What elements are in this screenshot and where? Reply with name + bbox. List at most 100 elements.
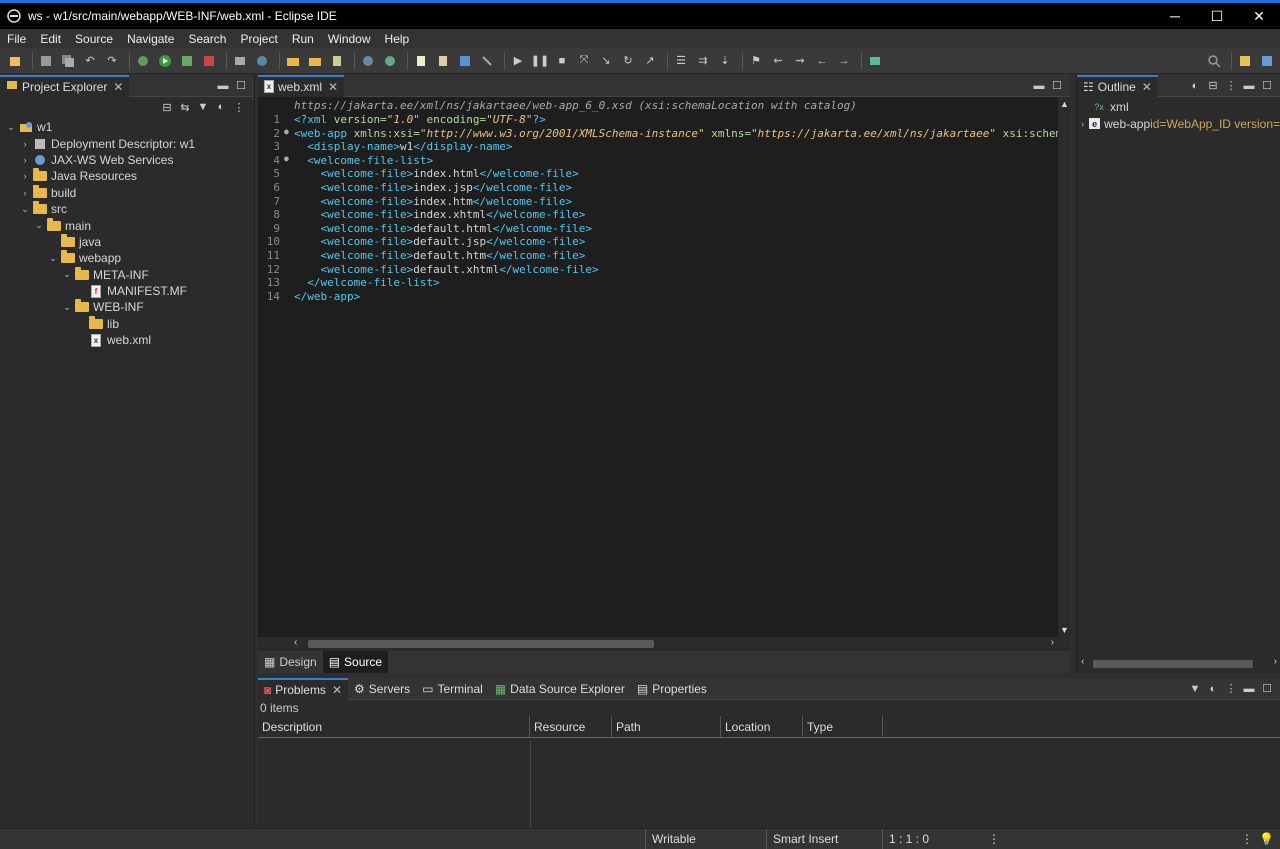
back-icon[interactable]: ← [813,52,831,70]
tree-item[interactable]: › Deployment Descriptor: w1 [0,135,254,151]
expand-icon[interactable]: ⌄ [4,122,18,133]
tree-item[interactable]: › Java Resources [0,168,254,184]
perspective-icon[interactable] [1236,52,1254,70]
collapse-all-icon[interactable]: ⊟ [158,98,176,116]
open-console-icon[interactable] [866,52,884,70]
code-line[interactable]: 6 <welcome-file>index.jsp</welcome-file> [258,181,572,195]
run-server-icon[interactable] [178,52,196,70]
refresh-icon[interactable] [381,52,399,70]
tab-terminal[interactable]: ▭ Terminal [416,678,489,700]
maximize-button[interactable]: ☐ [1196,3,1238,29]
tab-design[interactable]: ▦ Design [258,651,323,673]
minimize-icon[interactable]: ▬ [1240,77,1258,95]
terminate-icon[interactable]: ■ [553,52,571,70]
minimize-button[interactable]: ─ [1154,3,1196,29]
maximize-icon[interactable]: ☐ [1258,680,1276,698]
tab-source[interactable]: ▤ Source [322,651,389,673]
external-tools-icon[interactable] [200,52,218,70]
menu-help[interactable]: Help [378,32,417,46]
code-line[interactable]: 1 <?xml version="1.0" encoding="UTF-8"?> [258,113,545,127]
run-icon[interactable] [156,52,174,70]
step-into-icon[interactable]: ↘ [597,52,615,70]
tree-item[interactable]: f MANIFEST.MF [0,283,254,299]
view-options-icon[interactable]: ◐ [212,98,230,116]
expand-icon[interactable]: › [18,139,32,149]
menu-search[interactable]: Search [181,32,233,46]
tab-data-source-explorer[interactable]: ▦ Data Source Explorer [489,678,631,700]
code-line[interactable]: 5 <welcome-file>index.html</welcome-file… [258,167,578,181]
view-menu-icon[interactable]: ⋮ [1222,77,1240,95]
scroll-up-icon[interactable]: ▲ [1060,99,1069,109]
menu-run[interactable]: Run [285,32,321,46]
code-line[interactable]: 2 ● <web-app xmlns:xsi="http://www.w3.org/… [258,127,1058,141]
resume-icon[interactable]: ▶ [509,52,527,70]
use-step-filters-icon[interactable]: ⇉ [694,52,712,70]
tree-item[interactable]: java [0,233,254,250]
tree-item[interactable]: › JAX-WS Web Services [0,152,254,168]
column-resource[interactable]: Resource [530,716,612,737]
scroll-right-icon[interactable]: › [1051,637,1054,648]
back-edit-icon[interactable]: ⇜ [769,52,787,70]
maximize-icon[interactable]: ☐ [1048,77,1066,95]
menu-project[interactable]: Project [233,32,284,46]
tab-properties[interactable]: ▤ Properties [631,678,713,700]
horizontal-scrollbar[interactable]: ‹ › [294,637,1054,649]
code-editor[interactable]: https://jakarta.ee/xml/ns/jakartaee/web-… [258,97,1058,637]
view-menu-icon[interactable]: ⋮ [230,98,248,116]
brush-icon[interactable] [328,52,346,70]
tree-item[interactable]: lib [0,315,254,332]
tree-item[interactable]: ⌄ main [0,217,254,233]
tree-item[interactable]: ⌄ WEB-INF [0,299,254,315]
menu-source[interactable]: Source [68,32,120,46]
scroll-left-icon[interactable]: ‹ [294,637,297,648]
code-line[interactable]: 3 <display-name>w1</display-name> [258,140,512,154]
close-icon[interactable]: ✕ [328,80,338,94]
search-icon[interactable] [1205,52,1223,70]
code-line[interactable]: 4 ● <welcome-file-list> [258,154,433,168]
expand-icon[interactable]: ⌄ [32,220,46,231]
close-icon[interactable]: ✕ [113,80,123,94]
code-line[interactable]: 9 <welcome-file>default.html</welcome-fi… [258,222,592,236]
code-line[interactable]: 14 </web-app> [258,290,360,304]
view-menu-icon[interactable]: ⋮ [1222,680,1240,698]
minimize-icon[interactable]: ▬ [1240,680,1258,698]
forward-icon[interactable]: → [835,52,853,70]
debug-icon[interactable] [134,52,152,70]
expand-icon[interactable]: › [18,171,32,181]
open-folder-icon[interactable] [284,52,302,70]
code-line[interactable]: 8 <welcome-file>index.xhtml</welcome-fil… [258,208,585,222]
maximize-icon[interactable]: ☐ [232,77,250,95]
vertical-scrollbar[interactable]: ▲ ▼ [1058,97,1070,637]
close-window-button[interactable]: ✕ [1238,3,1280,29]
code-line[interactable]: 12 <welcome-file>default.xhtml</welcome-… [258,263,599,277]
scroll-thumb[interactable] [308,640,654,648]
scroll-left-icon[interactable]: ‹ [1081,656,1084,667]
close-icon[interactable]: ✕ [1142,80,1152,94]
tree-item[interactable]: ⌄ META-INF [0,266,254,283]
tab-problems[interactable]: ◙ Problems ✕ [258,677,348,700]
tab-outline[interactable]: ☷ Outline ✕ [1077,74,1158,97]
web-browser-icon[interactable] [359,52,377,70]
minimize-icon[interactable]: ▬ [1030,77,1048,95]
column-path[interactable]: Path [612,716,721,737]
pin-icon[interactable]: ⚑ [747,52,765,70]
tree-item[interactable]: ⌄ webapp [0,250,254,266]
expand-icon[interactable]: › [1077,119,1088,129]
column-location[interactable]: Location [721,716,803,737]
tree-item[interactable]: ⌄ src [0,201,254,217]
link-with-editor-icon[interactable]: ⇆ [176,98,194,116]
column-type[interactable]: Type [803,716,883,737]
tab-servers[interactable]: ⚙ Servers [348,678,416,700]
code-line[interactable]: 11 <welcome-file>default.htm</welcome-fi… [258,249,586,263]
undo-icon[interactable]: ↶ [81,52,99,70]
expand-icon[interactable]: ⌄ [18,204,32,215]
menu-window[interactable]: Window [321,32,378,46]
expand-icon[interactable]: ⌄ [60,269,74,280]
code-line[interactable]: 10 <welcome-file>default.jsp</welcome-fi… [258,235,586,249]
minimize-icon[interactable]: ▬ [214,77,232,95]
fold-icon[interactable]: ● [284,127,294,141]
expand-icon[interactable]: ⌄ [46,253,60,264]
filter-icon[interactable]: ▼ [194,98,212,116]
save-icon[interactable] [37,52,55,70]
status-menu-icon[interactable]: ⋮ [988,832,1000,846]
